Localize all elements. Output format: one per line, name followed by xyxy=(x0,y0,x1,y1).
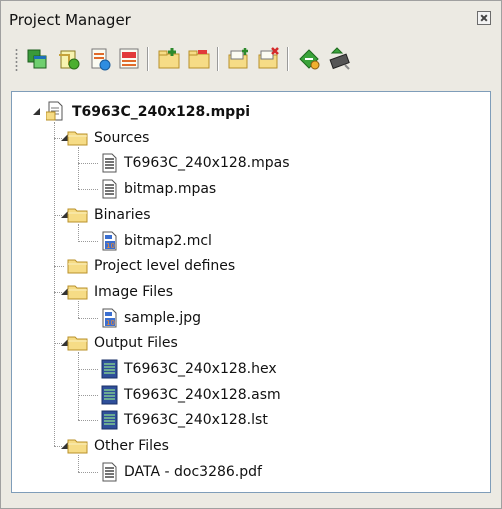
project-tree[interactable]: T6963C_240x128.mppi Sources T6963C_240x128… xyxy=(11,91,491,493)
toolbar-separator xyxy=(217,47,219,71)
panel-titlebar: Project Manager xyxy=(1,1,501,39)
toolbar-separator xyxy=(287,47,289,71)
output-file-icon xyxy=(101,385,118,405)
svg-text:10: 10 xyxy=(106,319,115,327)
file-item[interactable]: T6963C_240x128.mpas xyxy=(124,151,290,175)
folder-icon xyxy=(67,259,88,274)
folder-icon xyxy=(67,285,88,300)
toolbar-separator xyxy=(147,47,149,71)
file-item[interactable]: bitmap2.mcl xyxy=(124,229,212,253)
toolbar-grip[interactable] xyxy=(15,48,18,72)
build-icon[interactable] xyxy=(295,45,323,73)
svg-text:10: 10 xyxy=(106,242,115,250)
folder-icon xyxy=(67,131,88,146)
expand-triangle-icon xyxy=(33,108,40,115)
project-manager-panel: Project Manager T6963C_240x128.mppi Sour… xyxy=(0,0,502,509)
tree-guide-line xyxy=(78,352,79,421)
folder-icon xyxy=(67,439,88,454)
tree-guide-line xyxy=(54,137,64,139)
remove-folder-icon[interactable] xyxy=(185,45,213,73)
folder-item[interactable]: Output Files xyxy=(94,331,178,355)
close-project-icon[interactable] xyxy=(255,45,283,73)
folder-item[interactable]: Sources xyxy=(94,126,149,150)
file-item[interactable]: T6963C_240x128.asm xyxy=(124,383,281,407)
tree-guide-line xyxy=(78,455,79,472)
binary-file-icon: 10 xyxy=(102,231,117,250)
tree-guide-line xyxy=(54,291,64,293)
folder-item[interactable]: Image Files xyxy=(94,280,173,304)
project-file-icon xyxy=(46,101,63,121)
tree-guide-line xyxy=(78,394,98,396)
toolbar xyxy=(15,41,449,77)
project-root-item[interactable]: T6963C_240x128.mppi xyxy=(72,100,250,124)
file-item[interactable]: T6963C_240x128.lst xyxy=(124,408,268,432)
tree-guide-line xyxy=(78,189,98,191)
binary-file-icon: 10 xyxy=(102,308,117,328)
tree-guide-line xyxy=(54,343,64,345)
tree-guide-line xyxy=(78,317,98,319)
tree-guide-line xyxy=(78,300,79,318)
tree-guide-line xyxy=(78,146,79,190)
tree-guide-line xyxy=(78,240,98,242)
tree-guide-line xyxy=(78,163,98,165)
program-chip-icon[interactable] xyxy=(325,45,353,73)
folder-item[interactable]: Other Files xyxy=(94,434,169,458)
tree-guide-line xyxy=(54,214,64,216)
tree-guide-line xyxy=(78,420,98,422)
file-item[interactable]: DATA - doc3286.pdf xyxy=(124,460,262,484)
new-folder-icon[interactable] xyxy=(155,45,183,73)
close-icon[interactable] xyxy=(477,11,491,25)
tree-guide-line xyxy=(54,266,64,268)
remove-file-icon[interactable] xyxy=(115,45,143,73)
folder-icon xyxy=(67,336,88,351)
folder-item[interactable]: Project level defines xyxy=(94,254,235,278)
tree-guide-line xyxy=(78,471,98,473)
output-file-icon xyxy=(101,359,118,379)
tree-guide-line xyxy=(78,223,79,241)
panel-title: Project Manager xyxy=(9,11,131,29)
text-file-icon xyxy=(102,462,117,482)
add-group-icon[interactable] xyxy=(55,45,83,73)
add-file-icon[interactable] xyxy=(85,45,113,73)
tree-guide-line xyxy=(54,122,55,447)
text-file-icon xyxy=(102,153,117,173)
open-project-icon[interactable] xyxy=(225,45,253,73)
output-file-icon xyxy=(101,410,118,430)
tree-guide-line xyxy=(54,446,64,448)
tree-guide-line xyxy=(78,369,98,370)
tile-windows-icon[interactable] xyxy=(23,45,51,73)
folder-icon xyxy=(67,208,88,223)
file-item[interactable]: bitmap.mpas xyxy=(124,177,216,201)
file-item[interactable]: T6963C_240x128.hex xyxy=(124,357,277,381)
folder-item[interactable]: Binaries xyxy=(94,203,151,227)
text-file-icon xyxy=(102,179,117,199)
file-item[interactable]: sample.jpg xyxy=(124,306,201,330)
